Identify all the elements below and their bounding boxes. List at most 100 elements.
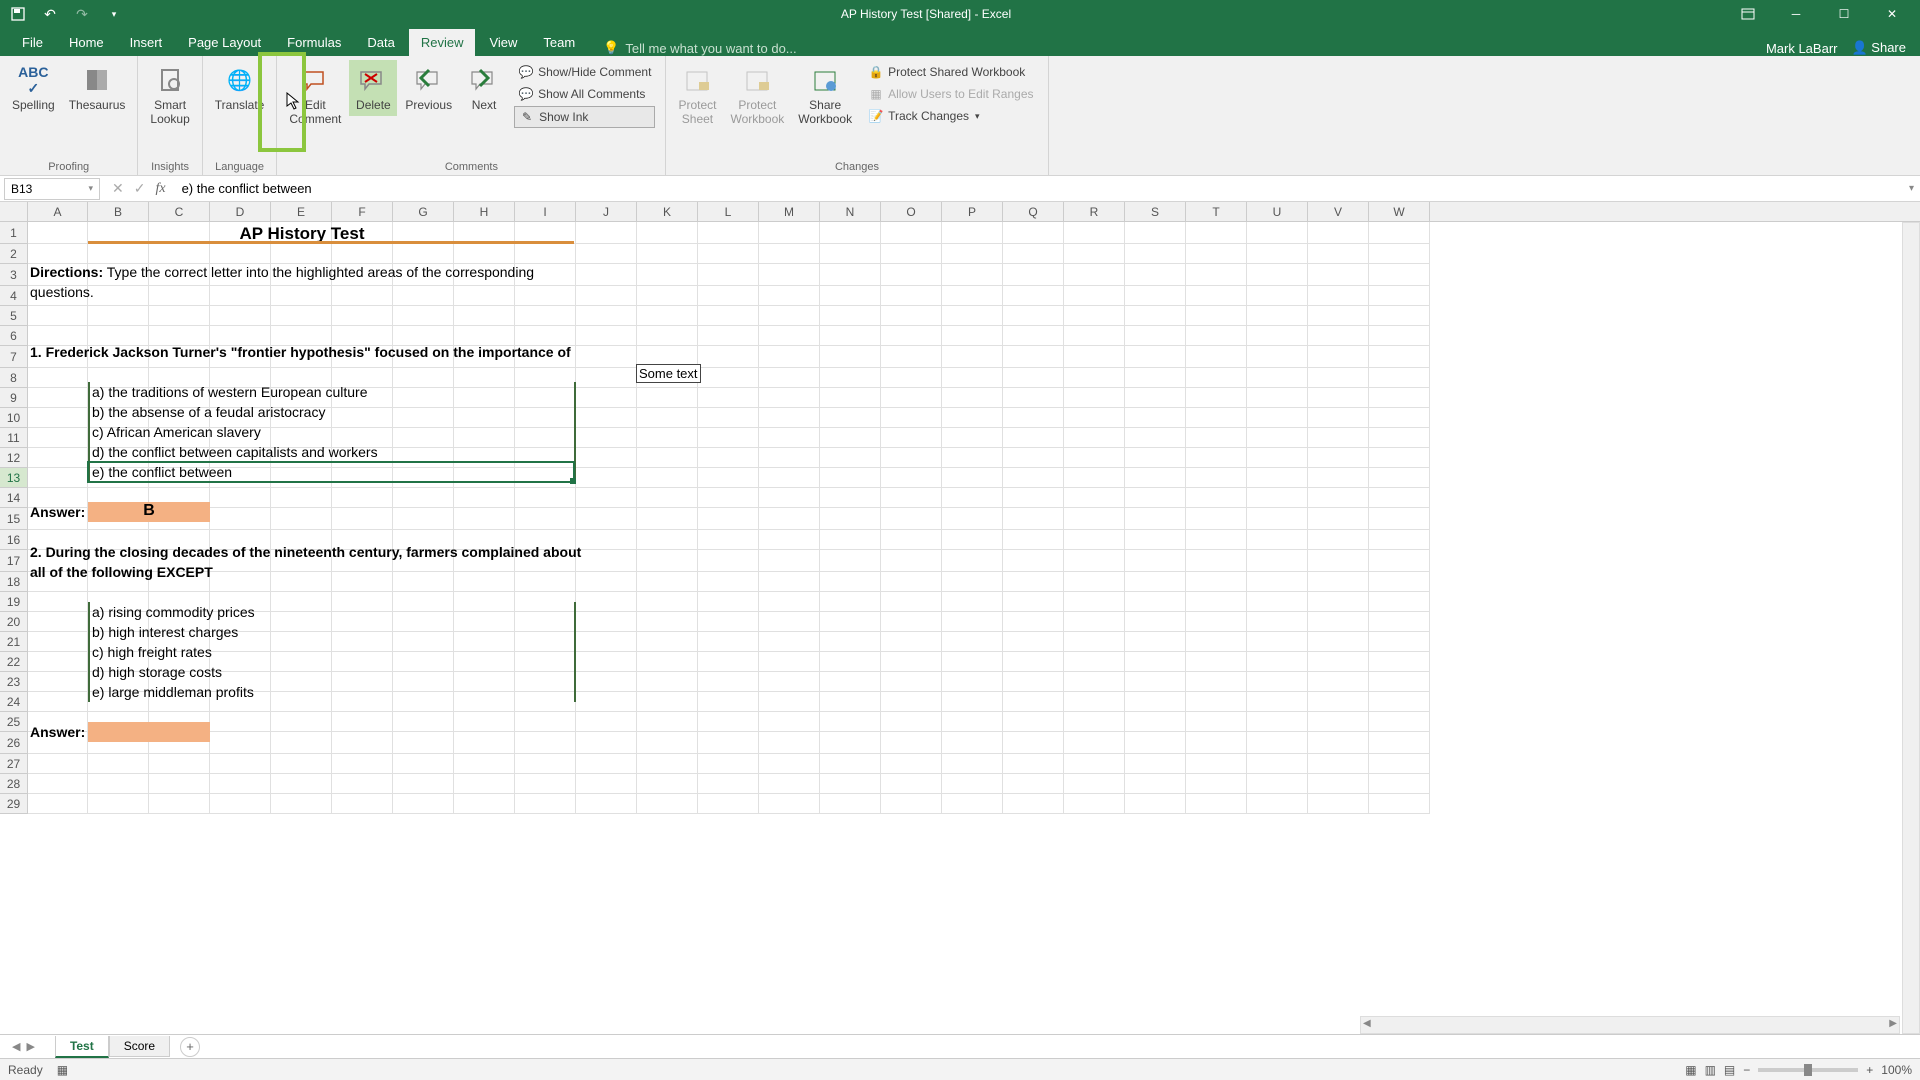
enter-formula-icon[interactable]: ✓ [134,180,146,197]
scroll-right-icon[interactable]: ▶ [1889,1018,1897,1029]
cell[interactable] [515,286,576,306]
cell[interactable] [149,222,210,244]
cell[interactable] [637,388,698,408]
cell[interactable] [210,652,271,672]
cell[interactable] [1064,712,1125,732]
cell[interactable] [271,388,332,408]
cell[interactable] [210,448,271,468]
cell[interactable] [942,222,1003,244]
cell[interactable] [942,612,1003,632]
cell[interactable] [332,264,393,286]
cell[interactable] [881,388,942,408]
cell[interactable] [332,468,393,488]
cell[interactable] [1186,692,1247,712]
cell[interactable] [1186,632,1247,652]
cell[interactable] [637,244,698,264]
cell[interactable] [1064,222,1125,244]
cell[interactable] [515,368,576,388]
tab-insert[interactable]: Insert [118,29,175,56]
cell[interactable] [759,468,820,488]
cell[interactable] [88,468,149,488]
cell[interactable] [881,488,942,508]
cell[interactable] [1064,732,1125,754]
cell[interactable] [637,712,698,732]
cell[interactable] [1003,550,1064,572]
cell[interactable] [759,612,820,632]
cell[interactable] [210,368,271,388]
cell[interactable] [1247,530,1308,550]
col-header[interactable]: S [1125,202,1186,221]
cell[interactable] [271,448,332,468]
cell[interactable] [698,652,759,672]
cell[interactable] [942,732,1003,754]
cell[interactable] [942,712,1003,732]
cell[interactable] [1186,326,1247,346]
cell[interactable] [332,306,393,326]
cell[interactable] [149,652,210,672]
cell[interactable] [1003,306,1064,326]
cell[interactable] [149,672,210,692]
cell[interactable] [1247,612,1308,632]
cell[interactable] [820,572,881,592]
cell[interactable] [881,428,942,448]
cell[interactable] [271,408,332,428]
cell[interactable] [942,692,1003,712]
cell[interactable] [759,346,820,368]
cell[interactable] [759,572,820,592]
cell[interactable] [1186,774,1247,794]
cell[interactable] [210,712,271,732]
row-header[interactable]: 7 [0,346,28,368]
row-header[interactable]: 12 [0,448,28,468]
row-header[interactable]: 22 [0,652,28,672]
cell[interactable] [88,264,149,286]
cell[interactable] [1247,222,1308,244]
cell[interactable] [271,692,332,712]
cell[interactable] [210,754,271,774]
cell[interactable] [1369,672,1430,692]
cell[interactable] [698,468,759,488]
cell[interactable] [1125,264,1186,286]
col-header[interactable]: V [1308,202,1369,221]
cell[interactable] [1308,388,1369,408]
cell[interactable] [820,264,881,286]
cell[interactable] [1186,794,1247,814]
cell[interactable] [88,672,149,692]
cell[interactable] [28,672,88,692]
cell[interactable] [759,508,820,530]
cell[interactable] [1186,572,1247,592]
row-header[interactable]: 23 [0,672,28,692]
cell[interactable] [88,388,149,408]
cell[interactable] [210,572,271,592]
sheet-tab-test[interactable]: Test [55,1036,109,1058]
cell[interactable] [576,672,637,692]
cell[interactable] [637,612,698,632]
cell[interactable] [88,592,149,612]
cell[interactable] [515,326,576,346]
cell[interactable] [332,244,393,264]
macro-record-icon[interactable]: ▦ [57,1063,68,1077]
cell[interactable] [1369,448,1430,468]
cell[interactable] [210,408,271,428]
cell[interactable] [1125,572,1186,592]
cell[interactable] [576,732,637,754]
cell[interactable] [1003,530,1064,550]
cell[interactable] [1064,508,1125,530]
cell[interactable] [881,774,942,794]
cell[interactable] [942,488,1003,508]
cell[interactable] [942,388,1003,408]
cell[interactable] [1369,346,1430,368]
col-header[interactable]: H [454,202,515,221]
cell[interactable] [942,428,1003,448]
cell[interactable] [88,612,149,632]
cell[interactable] [393,388,454,408]
cell[interactable] [698,692,759,712]
cell[interactable] [1369,530,1430,550]
cell[interactable] [1064,346,1125,368]
cell[interactable] [454,572,515,592]
cell[interactable] [1003,508,1064,530]
tab-team[interactable]: Team [531,29,587,56]
cell[interactable] [454,652,515,672]
cell[interactable] [1308,754,1369,774]
cell[interactable] [1064,388,1125,408]
cell[interactable] [28,326,88,346]
